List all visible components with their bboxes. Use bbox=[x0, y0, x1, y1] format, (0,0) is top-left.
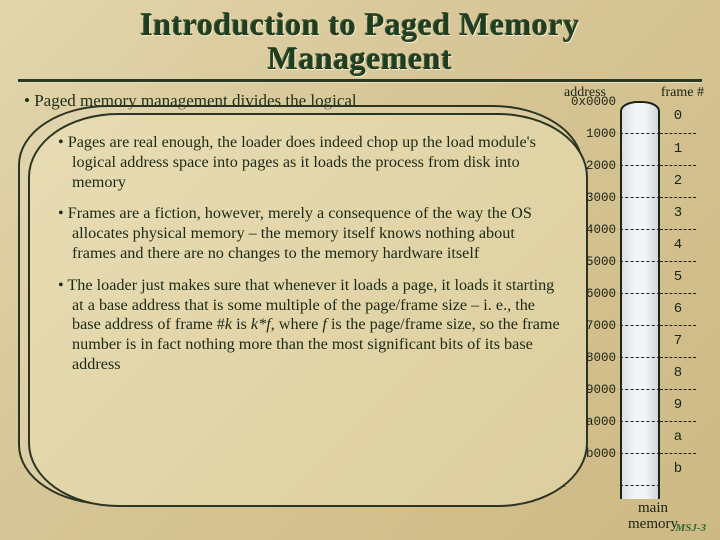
memory-caption-line1: main bbox=[638, 500, 668, 516]
bubble-paragraph-3: • The loader just makes sure that whenev… bbox=[58, 276, 562, 375]
memory-frame-number: 0 bbox=[660, 101, 696, 133]
memory-cell bbox=[620, 165, 660, 197]
memory-address: 5000 bbox=[562, 255, 620, 269]
title-underline bbox=[18, 79, 702, 83]
callout-bubble: • Pages are real enough, the loader does… bbox=[28, 113, 588, 507]
p3-var-k: k bbox=[225, 315, 232, 333]
memory-cell bbox=[620, 389, 660, 421]
memory-row: b000 b bbox=[562, 453, 704, 485]
slide-title: Introduction to Paged Memory Management bbox=[18, 8, 702, 75]
memory-cell bbox=[620, 261, 660, 293]
memory-frame-number: 1 bbox=[660, 133, 696, 165]
memory-address: 9000 bbox=[562, 383, 620, 397]
memory-address: 4000 bbox=[562, 223, 620, 237]
bubble-paragraph-2: • Frames are a fiction, however, merely … bbox=[58, 204, 562, 263]
memory-cell bbox=[620, 453, 660, 485]
memory-frame-number: 7 bbox=[660, 325, 696, 357]
memory-address: 6000 bbox=[562, 287, 620, 301]
memory-frame-number: 8 bbox=[660, 357, 696, 389]
memory-cell bbox=[620, 421, 660, 453]
memory-frame-number: b bbox=[660, 453, 696, 485]
memory-address: 3000 bbox=[562, 191, 620, 205]
memory-address: a000 bbox=[562, 415, 620, 429]
memory-address: 1000 bbox=[562, 127, 620, 141]
memory-cell bbox=[620, 229, 660, 261]
p3-expr-kf: k*f bbox=[251, 315, 271, 333]
slide: Introduction to Paged Memory Management … bbox=[0, 0, 720, 540]
memory-frame-number: 2 bbox=[660, 165, 696, 197]
memory-frame-number: 4 bbox=[660, 229, 696, 261]
memory-cell bbox=[620, 325, 660, 357]
p3-text-b: is bbox=[232, 315, 251, 333]
memory-cell bbox=[620, 101, 660, 133]
memory-cell bbox=[620, 357, 660, 389]
memory-caption-line2: memory bbox=[628, 516, 678, 532]
slide-number: MSJ-3 bbox=[675, 522, 706, 534]
memory-address: 2000 bbox=[562, 159, 620, 173]
bubble-paragraph-1: • Pages are real enough, the loader does… bbox=[58, 133, 562, 192]
content-area: • Paged memory management divides the lo… bbox=[18, 91, 702, 511]
memory-frame-number: 6 bbox=[660, 293, 696, 325]
title-line-2: Management bbox=[268, 40, 453, 76]
memory-cell bbox=[620, 133, 660, 165]
memory-address: 8000 bbox=[562, 351, 620, 365]
memory-rows: 0x0000 0 1000 1 2000 2 3000 3 bbox=[562, 101, 704, 485]
memory-address: b000 bbox=[562, 447, 620, 461]
memory-diagram: address frame # 0x0000 0 1000 1 2000 2 bbox=[562, 85, 704, 533]
memory-frame-number: 9 bbox=[660, 389, 696, 421]
memory-frame-number: 5 bbox=[660, 261, 696, 293]
frame-header: frame # bbox=[661, 85, 704, 101]
memory-cell bbox=[620, 197, 660, 229]
p3-text-c: , where bbox=[271, 315, 323, 333]
memory-address: 0x0000 bbox=[562, 95, 620, 109]
memory-address: 7000 bbox=[562, 319, 620, 333]
memory-cell bbox=[620, 293, 660, 325]
title-line-1: Introduction to Paged Memory bbox=[140, 6, 579, 42]
memory-frame-number: a bbox=[660, 421, 696, 453]
memory-continuation bbox=[620, 485, 660, 499]
memory-frame-number: 3 bbox=[660, 197, 696, 229]
